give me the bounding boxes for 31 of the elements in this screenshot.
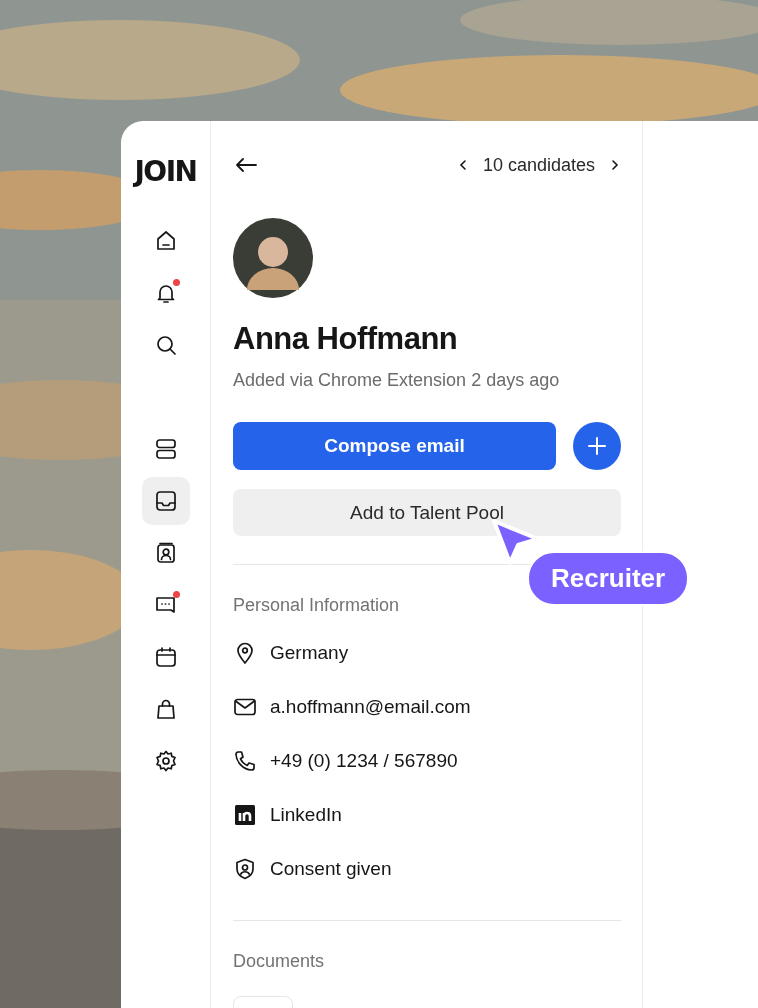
chevron-left-icon xyxy=(458,159,467,171)
calendar-icon xyxy=(153,645,178,669)
cursor-label: Recruiter xyxy=(527,551,690,606)
add-button[interactable] xyxy=(573,422,621,470)
settings-icon xyxy=(153,749,178,773)
info-text: a.hoffmann@email.com xyxy=(270,696,471,718)
plus-icon xyxy=(588,437,606,455)
section-title: Personal Information xyxy=(233,595,401,616)
logo[interactable]: JOIN xyxy=(134,155,197,189)
back-arrow-icon xyxy=(235,157,257,173)
next-button[interactable] xyxy=(609,157,621,173)
inbox-icon xyxy=(153,489,178,513)
candidate-count: 10 candidates xyxy=(482,154,595,176)
info-text: Germany xyxy=(270,642,349,664)
candidate-source: Added via Chrome Extension 2 days ago xyxy=(233,370,561,391)
candidate-name: Anna Hoffmann xyxy=(233,320,459,358)
nav-item[interactable] xyxy=(141,477,190,525)
rows-icon xyxy=(153,437,178,461)
notification-dot xyxy=(172,279,180,286)
notification-dot xyxy=(172,591,180,598)
info-text: LinkedIn xyxy=(270,804,342,826)
add-to-talent-pool-button[interactable]: Add to Talent Pool xyxy=(233,489,621,536)
info-text: +49 (0) 1234 / 567890 xyxy=(270,750,458,772)
info-text: Consent given xyxy=(270,858,392,880)
back-button[interactable] xyxy=(233,155,259,175)
chevron-right-icon xyxy=(611,159,619,171)
compose-email-button[interactable]: Compose email xyxy=(233,422,556,470)
linkedin-icon xyxy=(233,803,257,827)
section-title: Documents xyxy=(233,951,326,972)
phone-icon xyxy=(233,749,257,773)
shield-icon xyxy=(233,857,257,881)
